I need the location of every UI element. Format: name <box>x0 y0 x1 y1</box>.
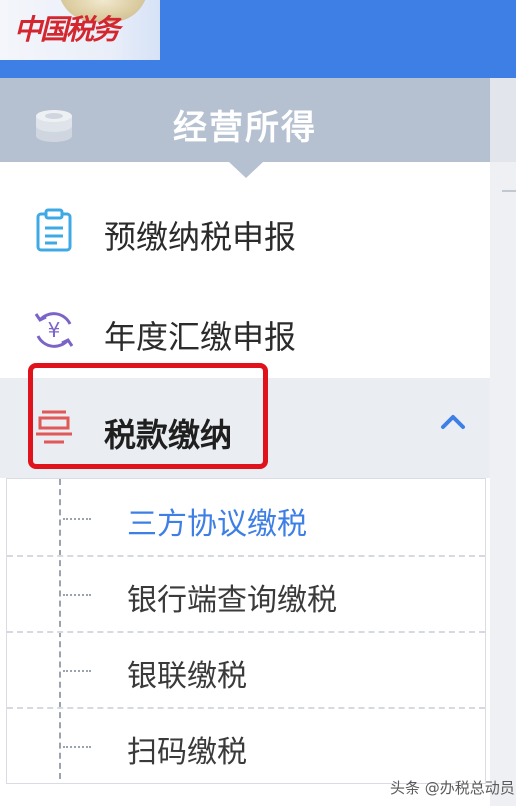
header-pointer <box>229 162 263 178</box>
submenu-item-label: 扫码缴税 <box>127 735 247 770</box>
submenu-item-label: 银联缴税 <box>127 659 247 694</box>
top-header-bar: 中国税务 <box>0 0 516 78</box>
logo: 中国税务 <box>0 0 160 60</box>
chevron-up-icon[interactable] <box>440 412 466 430</box>
submenu-item-unionpay[interactable]: 银联缴税 <box>7 631 485 707</box>
submenu: 三方协议缴税 银行端查询缴税 银联缴税 扫码缴税 <box>6 478 486 784</box>
clipboard-icon <box>36 208 72 252</box>
submenu-item-tripartite-agreement[interactable]: 三方协议缴税 <box>7 479 485 555</box>
submenu-item-label: 三方协议缴税 <box>127 507 307 542</box>
section-title: 经营所得 <box>173 108 317 148</box>
submenu-item-bank-query[interactable]: 银行端查询缴税 <box>7 555 485 631</box>
section-header[interactable]: 经营所得 <box>0 78 490 162</box>
right-panel-edge <box>490 78 516 806</box>
menu-item-label: 年度汇缴申报 <box>104 318 297 356</box>
menu-item-prepaid-declaration[interactable]: 预缴纳税申报 <box>0 182 490 278</box>
highlight-annotation <box>28 363 268 469</box>
submenu-item-label: 银行端查询缴税 <box>127 583 337 618</box>
logo-text: 中国税务 <box>14 13 120 46</box>
submenu-item-qr-code[interactable]: 扫码缴税 <box>7 707 485 783</box>
yuan-cycle-icon: ¥ <box>34 312 74 348</box>
svg-text:¥: ¥ <box>48 318 61 342</box>
menu-item-label: 预缴纳税申报 <box>104 218 297 256</box>
watermark: 头条 @办税总动员 <box>390 779 515 797</box>
